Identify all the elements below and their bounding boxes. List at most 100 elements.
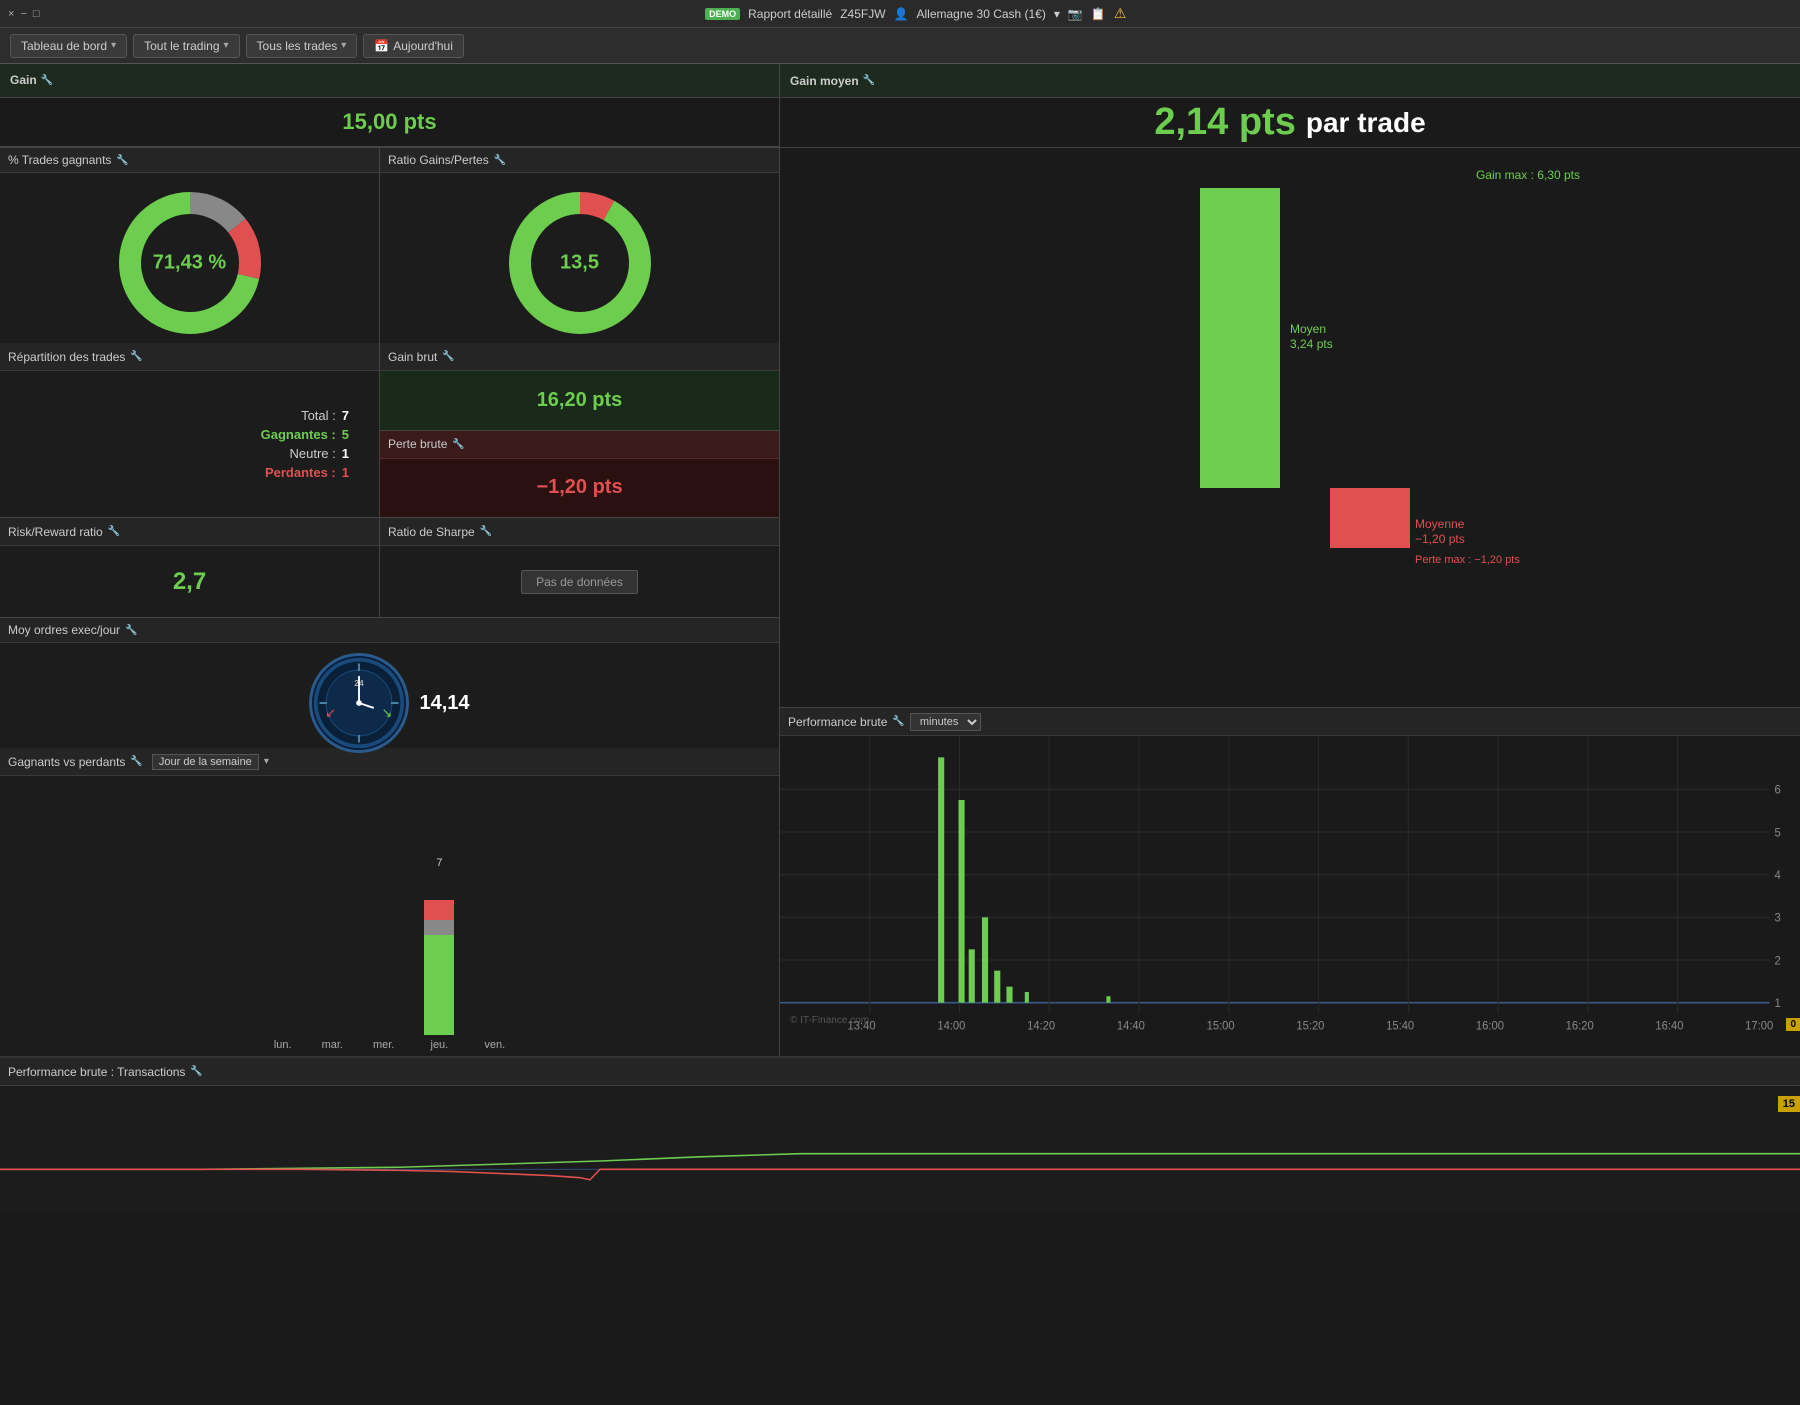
mer-label: mer.: [373, 1039, 394, 1051]
gagnantes-row: Gagnantes : 5: [30, 427, 349, 442]
svg-text:16:40: 16:40: [1655, 1020, 1683, 1032]
risk-reward-widget: Risk/Reward ratio 🔧 2,7: [0, 518, 380, 617]
ratio-sharpe-widget: Ratio de Sharpe 🔧 Pas de données: [380, 518, 779, 617]
tout-trading-btn[interactable]: Tout le trading ▾: [133, 34, 239, 58]
moy-ordres-value: 14,14: [419, 692, 469, 715]
zero-badge: 0: [1786, 1018, 1800, 1031]
widgets-row2: Répartition des trades 🔧 Total : 7 Gagna…: [0, 343, 779, 518]
ratio-gains-wrench[interactable]: 🔧: [494, 155, 506, 166]
clock-face: 24 ↙ ↘: [309, 653, 409, 753]
ven-label: ven.: [484, 1039, 505, 1051]
perf-transactions-wrench[interactable]: 🔧: [190, 1066, 202, 1077]
aujourdhui-btn[interactable]: 📅 Aujourd'hui: [363, 34, 464, 58]
instrument-label: Allemagne 30 Cash (1€): [916, 7, 1045, 21]
svg-text:↙: ↙: [326, 705, 337, 720]
jour-semaine-dropdown[interactable]: Jour de la semaine: [152, 754, 259, 770]
perdantes-row: Perdantes : 1: [30, 465, 349, 480]
bottom-chart: 15: [0, 1086, 1800, 1211]
gain-moyen-value-area: 2,14 pts par trade: [780, 98, 1800, 147]
risk-reward-wrench[interactable]: 🔧: [108, 526, 120, 537]
gain-brut-wrench[interactable]: 🔧: [442, 351, 454, 362]
gain-wrench[interactable]: 🔧: [41, 75, 53, 86]
screenshot-icon[interactable]: 📷: [1068, 7, 1083, 21]
jour-semaine-arrow[interactable]: ▾: [264, 756, 269, 767]
close-btn[interactable]: ×: [8, 8, 14, 20]
bottom-header: Performance brute : Transactions 🔧: [0, 1058, 1800, 1086]
trades-gagnants-header: % Trades gagnants 🔧: [0, 148, 379, 173]
trades-gagnants-label: % Trades gagnants: [8, 153, 111, 167]
gagnants-wrench[interactable]: 🔧: [130, 756, 142, 767]
instrument-dropdown[interactable]: ▾: [1054, 7, 1060, 21]
tableau-de-bord-btn[interactable]: Tableau de bord ▾: [10, 34, 127, 58]
widgets-row1: % Trades gagnants 🔧: [0, 148, 779, 343]
titlebar: × − □ DEMO Rapport détaillé Z45FJW 👤 All…: [0, 0, 1800, 28]
minimize-btn[interactable]: −: [20, 8, 26, 20]
tous-trades-arrow: ▾: [341, 40, 346, 51]
ratio-sharpe-label: Ratio de Sharpe: [388, 525, 475, 539]
jeu-bar-green: [424, 935, 454, 1035]
jeu-label: jeu.: [431, 1039, 449, 1051]
svg-text:15:20: 15:20: [1296, 1020, 1324, 1032]
toolbar: Tableau de bord ▾ Tout le trading ▾ Tous…: [0, 28, 1800, 64]
trades-gagnants-body: 71,43 %: [0, 173, 379, 353]
perte-bar: [1330, 488, 1410, 548]
days-bar-chart: lun. mar. mer.: [254, 851, 525, 1051]
repartition-widget: Répartition des trades 🔧 Total : 7 Gagna…: [0, 343, 380, 517]
gain-perte-widget: Gain brut 🔧 16,20 pts Perte brute 🔧 −1,2…: [380, 343, 779, 517]
ratio-gains-donut: 13,5: [500, 183, 660, 343]
repartition-wrench[interactable]: 🔧: [130, 351, 142, 362]
perte-brute-widget: Perte brute 🔧 −1,20 pts: [380, 431, 779, 518]
rapport-label: Rapport détaillé: [748, 7, 832, 21]
gagnants-body: lun. mar. mer.: [0, 776, 779, 1056]
svg-text:14:20: 14:20: [1027, 1020, 1055, 1032]
maximize-btn[interactable]: □: [33, 8, 40, 20]
moy-ordres-label: Moy ordres exec/jour: [8, 623, 120, 637]
tableau-arrow: ▾: [111, 40, 116, 51]
day-mer: mer.: [373, 875, 394, 1051]
risk-reward-value: 2,7: [173, 568, 206, 596]
tous-trades-label: Tous les trades: [257, 39, 338, 53]
lun-label: lun.: [274, 1039, 292, 1051]
trades-gagnants-donut: 71,43 %: [110, 183, 270, 343]
demo-badge: DEMO: [705, 8, 740, 20]
day-jeu: 7 jeu.: [424, 875, 454, 1051]
gain-moyen-par-trade: par trade: [1306, 107, 1426, 139]
gain-left-section: Gain 🔧 15,00 pts: [0, 64, 780, 147]
perf-brute-label: Performance brute: [788, 715, 887, 729]
copy-icon[interactable]: 📋: [1091, 7, 1106, 21]
minutes-dropdown[interactable]: minutes: [910, 713, 981, 731]
svg-text:↘: ↘: [382, 705, 393, 720]
svg-text:Perte max : −1,20 pts: Perte max : −1,20 pts: [1415, 554, 1520, 566]
trades-gagnants-wrench[interactable]: 🔧: [116, 155, 128, 166]
trades-gagnants-value: 71,43 %: [153, 252, 226, 275]
day-lun: lun.: [274, 875, 292, 1051]
jeu-bar-gray: [424, 920, 454, 935]
ratio-sharpe-body: Pas de données: [380, 546, 779, 617]
perf-brute-wrench[interactable]: 🔧: [892, 716, 904, 727]
svg-text:2: 2: [1775, 955, 1781, 967]
perte-brute-header: Perte brute 🔧: [380, 431, 779, 459]
jeu-total: 7: [436, 857, 442, 869]
no-data-btn: Pas de données: [521, 570, 638, 594]
gain-moyen-wrench[interactable]: 🔧: [863, 75, 875, 86]
warning-icon: ⚠: [1114, 5, 1127, 22]
perte-brute-value: −1,20 pts: [380, 459, 779, 518]
perte-brute-wrench[interactable]: 🔧: [452, 439, 464, 450]
perf-brute-section: Performance brute 🔧 minutes: [780, 708, 1800, 1056]
svg-text:−1,20 pts: −1,20 pts: [1415, 532, 1465, 546]
perf-chart-canvas: 13:40 14:00 14:20 14:40 15:00 15:20 15:4…: [780, 736, 1800, 1056]
ratio-sharpe-header: Ratio de Sharpe 🔧: [380, 518, 779, 546]
svg-text:4: 4: [1775, 870, 1782, 882]
perf-chart-svg: 13:40 14:00 14:20 14:40 15:00 15:20 15:4…: [780, 736, 1800, 1056]
risk-reward-label: Risk/Reward ratio: [8, 525, 103, 539]
svg-text:1: 1: [1775, 998, 1781, 1010]
svg-text:17:00: 17:00: [1745, 1020, 1773, 1032]
ratio-sharpe-wrench[interactable]: 🔧: [480, 526, 492, 537]
ratio-gains-label: Ratio Gains/Pertes: [388, 153, 489, 167]
tous-trades-btn[interactable]: Tous les trades ▾: [246, 34, 358, 58]
user-label: Z45FJW: [840, 7, 885, 21]
svg-text:15:00: 15:00: [1207, 1020, 1235, 1032]
moy-ordres-body: 24 ↙ ↘ 14,14: [0, 643, 779, 763]
moy-ordres-wrench[interactable]: 🔧: [125, 625, 137, 636]
gain-value: 15,00 pts: [0, 98, 779, 147]
